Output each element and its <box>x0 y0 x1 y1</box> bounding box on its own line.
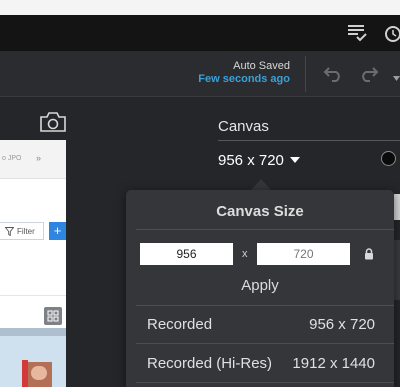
top-strip <box>0 0 400 15</box>
apply-button[interactable]: Apply <box>126 277 394 294</box>
side-panel-edge <box>394 194 400 220</box>
preview-plus-button: + <box>49 222 66 240</box>
webcam-border <box>22 360 28 387</box>
undo-icon[interactable] <box>323 64 345 87</box>
preset-value: 956 x 720 <box>309 316 375 333</box>
side-panel-edge-lower <box>394 240 400 300</box>
dimension-separator: x <box>242 248 248 260</box>
canvas-divider <box>218 140 400 141</box>
toolbar: Auto Saved Few seconds ago <box>0 52 400 97</box>
chevron-down-icon[interactable] <box>393 69 400 87</box>
recording-preview[interactable]: o JPO » Filter + <box>0 140 66 387</box>
toolbar-divider <box>305 56 306 92</box>
preview-filter-label: Filter <box>17 227 35 236</box>
thumbnail-header <box>0 328 66 336</box>
preset-label: Recorded (Hi-Res) <box>147 355 273 372</box>
grid-icon <box>44 307 62 325</box>
caret-down-icon <box>289 157 300 163</box>
canvas-size-dropdown[interactable]: 956 x 720 <box>218 152 300 169</box>
preview-browser-header: o JPO » <box>0 140 66 179</box>
filter-icon <box>5 227 14 236</box>
autosave-label: Auto Saved <box>233 60 290 72</box>
camera-icon[interactable] <box>39 111 67 138</box>
preview-arrows: » <box>36 153 42 163</box>
popover-title: Canvas Size <box>216 203 304 220</box>
history-icon[interactable] <box>382 24 400 49</box>
webcam-face <box>31 366 47 380</box>
autosave-time: Few seconds ago <box>198 73 290 85</box>
checklist-icon[interactable] <box>347 24 367 47</box>
title-bar <box>0 15 400 52</box>
preset-label: Recorded <box>147 316 213 333</box>
redo-icon[interactable] <box>357 64 379 87</box>
autosave-status: Auto Saved Few seconds ago <box>198 60 290 86</box>
preview-divider <box>0 295 66 296</box>
preset-value: 1912 x 1440 <box>292 355 375 372</box>
width-input[interactable] <box>140 243 233 265</box>
popover-divider-preset <box>136 343 394 344</box>
height-input[interactable] <box>257 243 350 265</box>
preview-thumbnail <box>0 328 66 387</box>
preview-filter-button: Filter <box>0 222 44 240</box>
canvas-size-value: 956 x 720 <box>218 152 284 169</box>
lock-icon[interactable] <box>364 247 374 265</box>
popover-divider-top <box>136 229 394 230</box>
radio-button[interactable] <box>381 151 396 166</box>
popover-divider-apply <box>136 305 394 306</box>
popover-divider-bottom <box>136 382 394 383</box>
canvas-section-title: Canvas <box>218 118 269 135</box>
preview-tab-text: o JPO <box>2 155 22 162</box>
